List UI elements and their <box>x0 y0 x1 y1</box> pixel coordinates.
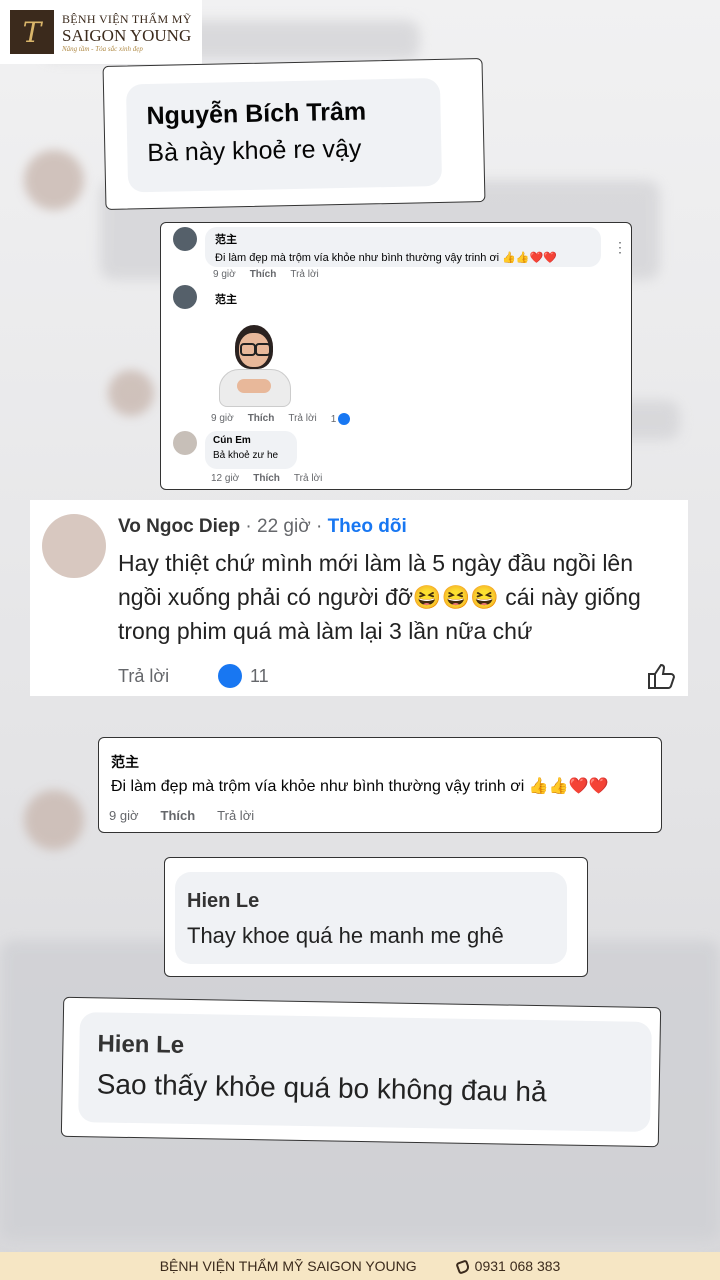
comment-text: Đi làm đẹp mà trộm vía khỏe như bình thư… <box>215 252 557 264</box>
blurred-avatar <box>108 370 154 416</box>
logo-mark: T <box>10 10 54 54</box>
comment-actions: 9 giờ Thích Trả lời <box>109 808 254 823</box>
comment-bubble: Nguyễn Bích Trâm Bà này khoẻ re vậy <box>125 77 443 193</box>
comment-thread-card: 范主 Đi làm đẹp mà trộm vía khỏe như bình … <box>160 222 632 490</box>
like-link[interactable]: Thích <box>248 413 275 425</box>
comment-card-4: 范主 Đi làm đẹp mà trộm vía khỏe như bình … <box>98 737 662 833</box>
like-reaction-icon <box>218 664 242 688</box>
comment-card-3: Vo Ngoc Diep · 22 giờ · Theo dõi Hay thi… <box>30 500 688 696</box>
thumbs-up-icon[interactable] <box>646 662 676 690</box>
comment-text: Sao thấy khỏe quá bo không đau hả <box>96 1068 547 1108</box>
footer-hospital-name: BỆNH VIỆN THẨM MỸ SAIGON YOUNG <box>159 1258 417 1274</box>
commenter-name[interactable]: 范主 <box>215 291 237 307</box>
comment-actions: 12 giờ Thích Trả lời <box>211 473 322 484</box>
like-link[interactable]: Thích <box>253 473 280 484</box>
more-options-icon[interactable]: ⋮ <box>613 239 627 256</box>
commenter-name[interactable]: Cún Em <box>213 435 289 446</box>
comment-bubble: Cún Em Bả khoẻ zư he <box>205 431 297 469</box>
reply-link[interactable]: Trả lời <box>290 269 318 280</box>
avatar <box>173 431 197 455</box>
like-link[interactable]: Thích <box>250 269 277 280</box>
commenter-name[interactable]: Vo Ngoc Diep <box>118 516 240 537</box>
comment-text: Bả khoẻ zư he <box>213 450 279 461</box>
comment-card-6: Hien Le Sao thấy khỏe quá bo không đau h… <box>60 996 662 1148</box>
reaction-count-value: 1 <box>330 413 337 425</box>
memoji-sticker <box>213 323 293 409</box>
comment-text: Thay khoe quá he manh me ghê <box>187 923 504 948</box>
blurred-avatar <box>24 150 84 210</box>
comment-actions: 9 giờ Thích Trả lời <box>213 269 319 280</box>
comment-time: 9 giờ <box>211 413 234 424</box>
comment-time: 12 giờ <box>211 473 240 484</box>
comment-header: Vo Ngoc Diep · 22 giờ · Theo dõi <box>118 516 407 537</box>
comment-time: 22 giờ <box>257 516 311 537</box>
reaction-count[interactable]: 11 <box>218 664 269 688</box>
footer-bar: BỆNH VIỆN THẨM MỸ SAIGON YOUNG 0931 068 … <box>0 1252 720 1280</box>
comment-bubble: Hien Le Thay khoe quá he manh me ghê <box>175 872 567 964</box>
comment-card-5: Hien Le Thay khoe quá he manh me ghê <box>164 857 588 977</box>
reply-link[interactable]: Trả lời <box>118 666 169 687</box>
logo-tagline: Nâng tầm - Tỏa sắc xinh đẹp <box>62 44 143 53</box>
reply-link[interactable]: Trả lời <box>217 808 254 823</box>
follow-link[interactable]: Theo dõi <box>328 516 407 537</box>
avatar <box>42 514 106 578</box>
reaction-count[interactable]: 1 <box>331 413 351 425</box>
brand-logo: T BỆNH VIỆN THẨM MỸ SAIGON YOUNG Nâng tầ… <box>0 0 202 64</box>
comment-text: Đi làm đẹp mà trộm vía khỏe như bình thư… <box>111 778 609 795</box>
avatar <box>173 285 197 309</box>
avatar <box>173 227 197 251</box>
comment-bubble: 范主 Đi làm đẹp mà trộm vía khỏe như bình … <box>205 227 601 267</box>
comment-time: 9 giờ <box>213 269 236 280</box>
comment-text: Bà này khoẻ re vậy <box>147 134 362 168</box>
commenter-name[interactable]: 范主 <box>111 752 139 772</box>
reaction-count-value: 11 <box>250 665 269 686</box>
like-link[interactable]: Thích <box>161 808 196 823</box>
reply-link[interactable]: Trả lời <box>288 413 316 425</box>
comment-text: Hay thiệt chứ mình mới làm là 5 ngày đầu… <box>118 550 641 644</box>
logo-line1: BỆNH VIỆN THẨM MỸ <box>62 11 192 26</box>
footer-phone-number: 0931 068 383 <box>474 1258 561 1274</box>
logo-line2: SAIGON YOUNG <box>62 25 192 45</box>
commenter-name[interactable]: Nguyễn Bích Trâm <box>146 96 421 131</box>
comment-bubble: Hien Le Sao thấy khỏe quá bo không đau h… <box>78 1012 652 1133</box>
phone-icon <box>454 1259 471 1275</box>
reply-link[interactable]: Trả lời <box>294 473 322 484</box>
commenter-name[interactable]: 范主 <box>215 231 591 247</box>
commenter-name[interactable]: Hien Le <box>97 1030 633 1067</box>
like-reaction-icon <box>338 413 351 425</box>
blurred-avatar <box>24 790 84 850</box>
comment-actions: 9 giờ Thích Trả lời 1 <box>211 413 351 425</box>
commenter-name[interactable]: Hien Le <box>187 890 555 913</box>
footer-phone[interactable]: 0931 068 383 <box>454 1258 561 1275</box>
comment-time: 9 giờ <box>109 808 139 823</box>
comment-card-1: Nguyễn Bích Trâm Bà này khoẻ re vậy <box>102 58 486 210</box>
